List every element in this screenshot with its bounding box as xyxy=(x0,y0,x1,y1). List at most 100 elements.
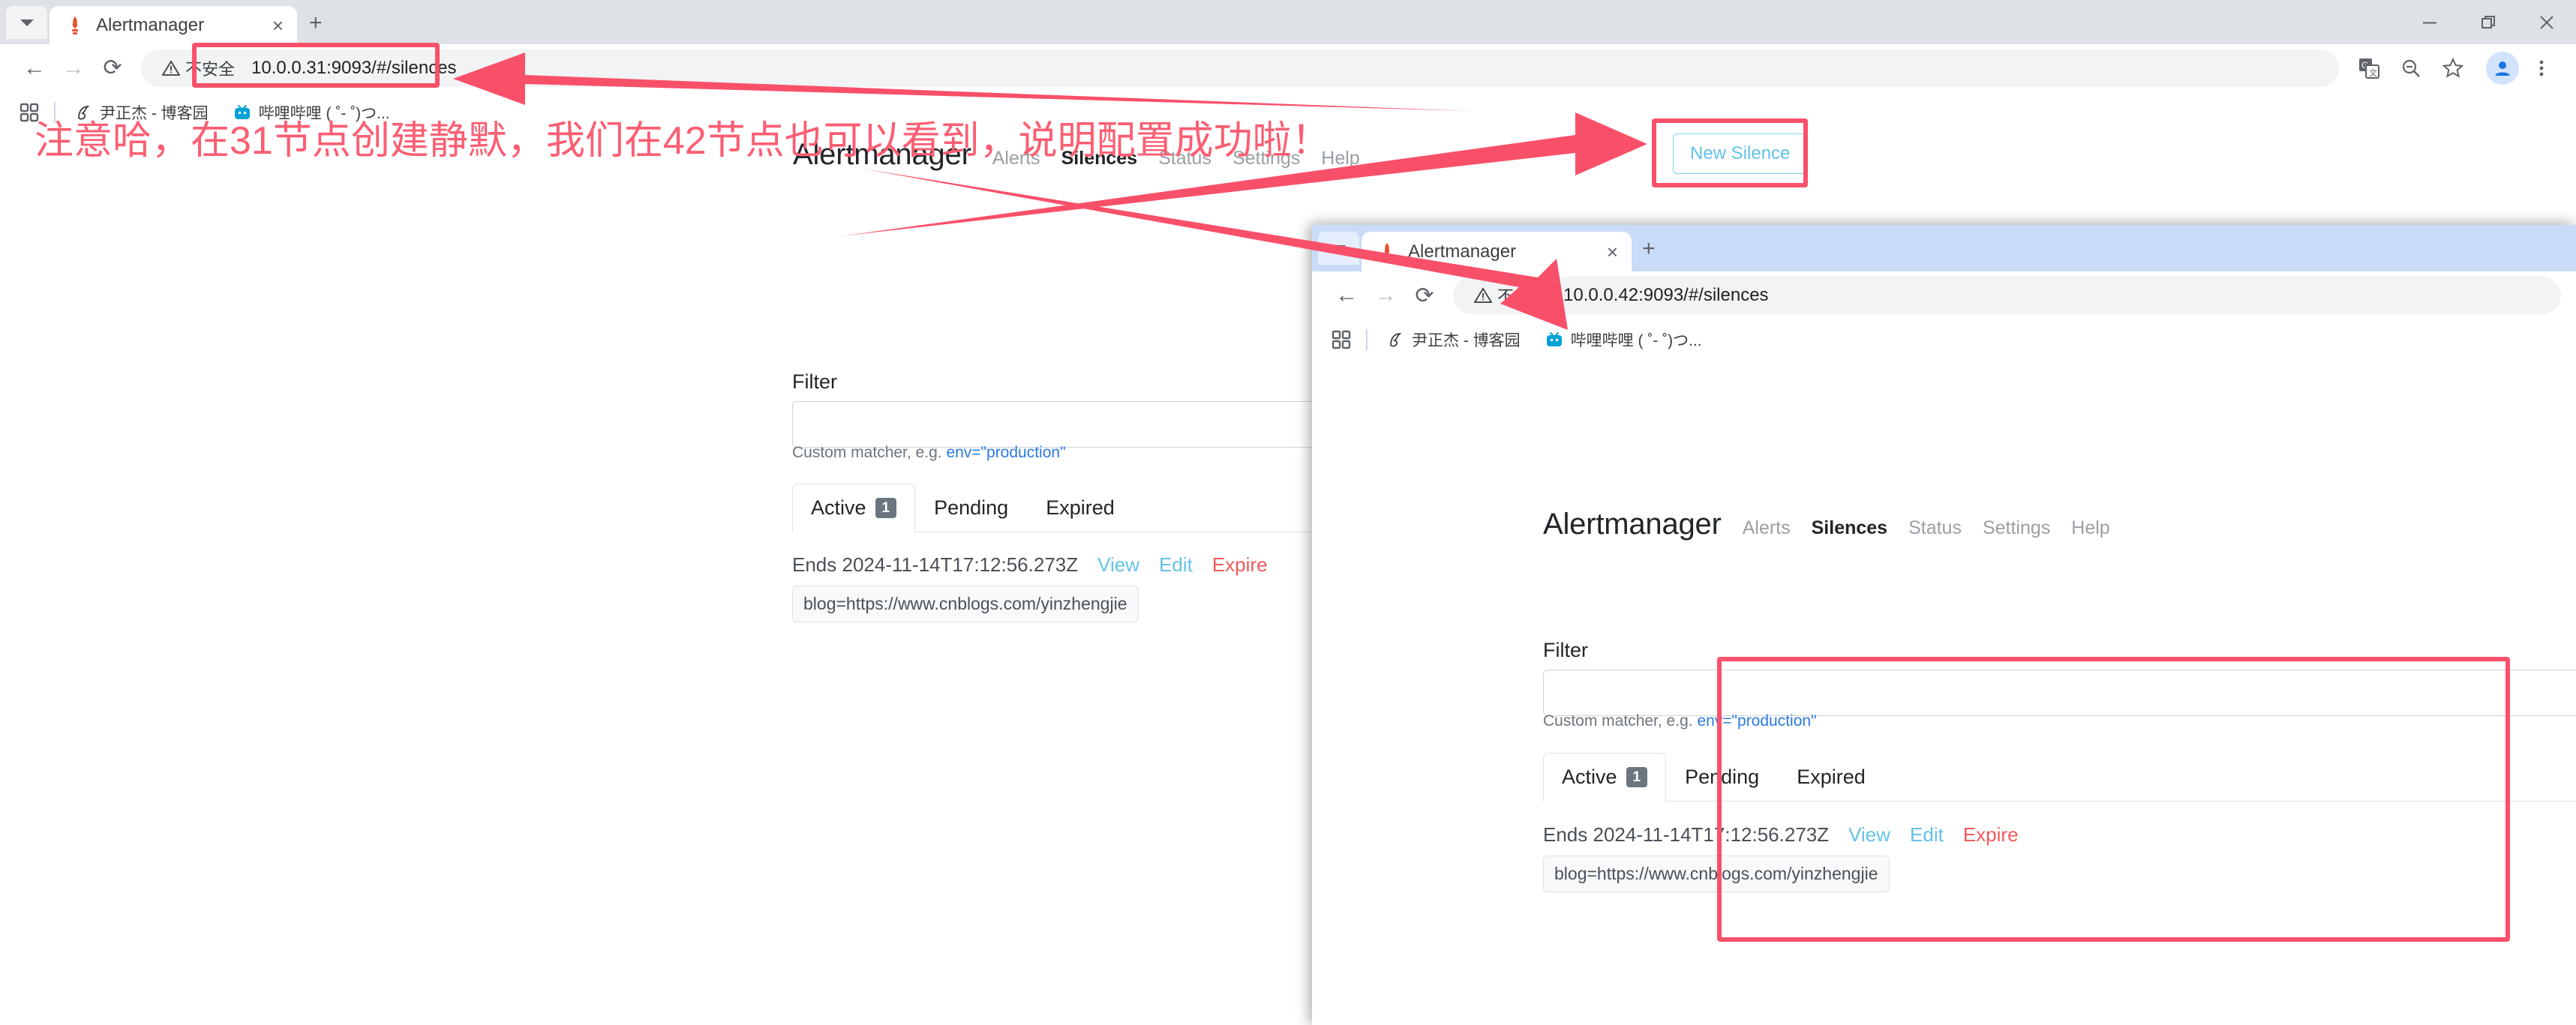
filter-label: Filter xyxy=(792,370,837,393)
tab-active-label: Active xyxy=(1562,766,1617,788)
filter-hint: Custom matcher, e.g. env="production" xyxy=(1543,712,1817,730)
url-text: 10.0.0.31:9093/#/silences xyxy=(251,57,457,78)
browser-tab-title: Alertmanager xyxy=(96,14,205,35)
tab-pending[interactable]: Pending xyxy=(1666,753,1778,802)
tab-expired-label: Expired xyxy=(1046,496,1115,519)
tab-pending[interactable]: Pending xyxy=(915,484,1027,532)
silence-expire-link[interactable]: Expire xyxy=(1212,553,1268,577)
tab-active[interactable]: Active 1 xyxy=(792,484,916,532)
tab-active[interactable]: Active 1 xyxy=(1543,753,1667,802)
close-icon[interactable]: × xyxy=(268,13,288,38)
silence-matcher: blog=https://www.cnblogs.com/yinzhengjie xyxy=(792,586,1139,622)
filter-input[interactable] xyxy=(1543,670,2576,716)
silence-row: Ends 2024-11-14T17:12:56.273Z View Edit … xyxy=(792,553,1268,577)
browser-toolbar: ← → ⟳ 不安全 10.0.0.42:9093/#/silences xyxy=(1312,271,2576,319)
bookmark-label: 哔哩哔哩 ( ˚- ˚)つ... xyxy=(1570,332,1702,349)
silence-status-tabs: Active 1 Pending Expired xyxy=(1543,753,2576,802)
url-text: 10.0.0.42:9093/#/silences xyxy=(1563,285,1769,305)
zoom-out-icon[interactable] xyxy=(2391,49,2430,88)
tab-pending-label: Pending xyxy=(934,496,1009,519)
site-security-indicator[interactable]: 不安全 xyxy=(155,53,242,83)
tab-expired[interactable]: Expired xyxy=(1778,753,1884,802)
new-tab-button[interactable]: + xyxy=(1642,238,1656,260)
tab-active-count: 1 xyxy=(1626,766,1648,788)
silence-row: Ends 2024-11-14T17:12:56.273Z View Edit … xyxy=(1543,823,2019,847)
close-icon[interactable] xyxy=(2517,0,2576,44)
apps-grid-icon[interactable] xyxy=(1329,327,1354,352)
filter-hint-prefix: Custom matcher, e.g. xyxy=(1543,712,1693,730)
silence-edit-link[interactable]: Edit xyxy=(1910,823,1944,847)
browser-tab[interactable]: Alertmanager × xyxy=(1362,232,1632,271)
silence-view-link[interactable]: View xyxy=(1097,553,1139,577)
new-tab-button[interactable]: + xyxy=(309,12,323,34)
browser-toolbar: ← → ⟳ 不安全 10.0.0.31:9093/#/silences G 文 xyxy=(0,44,2576,91)
silence-view-link[interactable]: View xyxy=(1848,823,1890,847)
bookmarks-bar: 尹正杰 - 博客园 哔哩哔哩 ( ˚- ˚)つ... xyxy=(1312,319,2576,360)
bookmark-item-bilibili[interactable]: 哔哩哔哩 ( ˚- ˚)つ... xyxy=(1539,325,1708,354)
nav-alerts[interactable]: Alerts xyxy=(1743,517,1791,539)
silence-expire-link[interactable]: Expire xyxy=(1963,823,2019,847)
alertmanager-torch-icon xyxy=(65,15,86,36)
svg-text:文: 文 xyxy=(2369,67,2377,78)
bookmarks-divider xyxy=(1366,329,1368,350)
silence-matcher: blog=https://www.cnblogs.com/yinzhengjie xyxy=(1543,856,1890,892)
silence-ends: Ends 2024-11-14T17:12:56.273Z xyxy=(792,553,1079,576)
annotation-note: 注意哈，在31节点创建静默，我们在42节点也可以看到，说明配置成功啦！ xyxy=(35,119,1331,163)
profile-avatar[interactable] xyxy=(2486,51,2519,85)
filter-hint-prefix: Custom matcher, e.g. xyxy=(792,444,942,461)
cnblogs-icon xyxy=(1386,330,1405,349)
nav-help[interactable]: Help xyxy=(2071,517,2109,539)
tab-active-label: Active xyxy=(811,496,866,519)
address-bar[interactable]: 不安全 10.0.0.31:9093/#/silences xyxy=(141,49,2339,87)
alertmanager-brand[interactable]: Alertmanager xyxy=(1543,508,1722,541)
back-button[interactable]: ← xyxy=(1327,276,1366,315)
screenshot-stage: Alertmanager × + ← → ⟳ 不安全 10.0.0.31:909… xyxy=(0,0,2576,1025)
forward-button: → xyxy=(62,55,85,80)
site-security-indicator[interactable]: 不安全 xyxy=(1467,280,1554,310)
maximize-icon[interactable] xyxy=(2459,0,2517,44)
bookmark-item-cnblogs[interactable]: 尹正杰 - 博客园 xyxy=(1380,325,1527,354)
filter-hint-code: env="production" xyxy=(1697,712,1817,730)
tab-expired-label: Expired xyxy=(1797,766,1866,788)
address-bar[interactable]: 不安全 10.0.0.42:9093/#/silences xyxy=(1453,277,2561,314)
tab-strip: Alertmanager × + xyxy=(0,0,2576,44)
browser-window-secondary: Alertmanager × + ← → ⟳ 不安全 10.0.0.42:909… xyxy=(1312,225,2576,1025)
chevron-down-icon xyxy=(1332,244,1346,252)
minimize-icon[interactable] xyxy=(2400,0,2459,44)
tab-search-button[interactable] xyxy=(1318,232,1359,265)
browser-tab[interactable]: Alertmanager × xyxy=(50,6,297,44)
alertmanager-torch-icon xyxy=(1377,241,1398,262)
toolbar-actions: G 文 xyxy=(2349,49,2561,88)
chevron-down-icon xyxy=(20,19,34,26)
close-icon[interactable]: × xyxy=(1602,239,1623,265)
silence-edit-link[interactable]: Edit xyxy=(1159,553,1193,577)
security-label: 不安全 xyxy=(1497,287,1548,306)
kebab-menu-icon[interactable] xyxy=(2522,49,2561,88)
nav-silences[interactable]: Silences xyxy=(1812,517,1887,539)
browser-tab-title: Alertmanager xyxy=(1408,241,1517,262)
filter-label: Filter xyxy=(1543,639,1588,661)
reload-button[interactable]: ⟳ xyxy=(93,49,132,88)
bookmark-star-icon[interactable] xyxy=(2433,49,2472,88)
back-button[interactable]: ← xyxy=(15,49,54,88)
nav-status[interactable]: Status xyxy=(1908,517,1962,539)
security-label: 不安全 xyxy=(185,59,236,79)
reload-button[interactable]: ⟳ xyxy=(1405,276,1444,315)
tab-strip: Alertmanager × + xyxy=(1312,225,2576,271)
filter-hint-code: env="production" xyxy=(946,444,1066,461)
bilibili-icon xyxy=(1545,330,1564,349)
filter-hint: Custom matcher, e.g. env="production" xyxy=(792,444,1066,462)
tab-expired[interactable]: Expired xyxy=(1027,484,1133,532)
nav-settings[interactable]: Settings xyxy=(1983,517,2050,539)
silence-ends: Ends 2024-11-14T17:12:56.273Z xyxy=(1543,823,1830,846)
new-silence-button[interactable]: New Silence xyxy=(1673,133,1808,174)
tab-search-button[interactable] xyxy=(6,6,47,39)
translate-icon[interactable]: G 文 xyxy=(2349,49,2388,88)
tab-pending-label: Pending xyxy=(1685,766,1760,788)
window-controls xyxy=(2400,0,2576,44)
warning-triangle-icon xyxy=(161,59,181,76)
tab-active-count: 1 xyxy=(875,497,897,519)
bookmark-label: 尹正杰 - 博客园 xyxy=(1412,332,1521,349)
alertmanager-page: Alertmanager Alerts Silences Status Sett… xyxy=(1312,360,2576,1025)
forward-button: → xyxy=(1374,283,1397,307)
